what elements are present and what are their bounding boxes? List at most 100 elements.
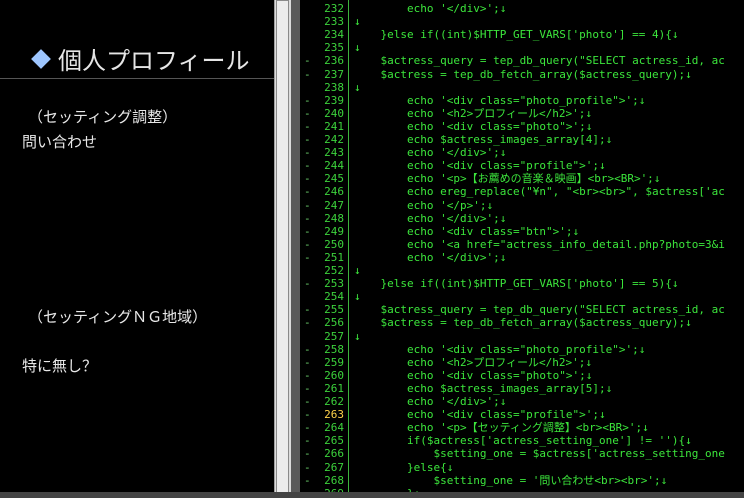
- code-line[interactable]: -251 echo '</div>';↓: [300, 251, 744, 264]
- line-number: 250: [324, 237, 344, 251]
- code-line[interactable]: -249 echo '<div class="btn">';↓: [300, 225, 744, 238]
- line-number: 232: [324, 2, 344, 15]
- code-line[interactable]: -255 $actress_query = tep_db_query("SELE…: [300, 303, 744, 316]
- code-line[interactable]: -250 echo '<a href="actress_info_detail.…: [300, 238, 744, 251]
- code-line[interactable]: -241 echo '<div class="photo">';↓: [300, 120, 744, 133]
- code-text[interactable]: echo '<a href="actress_info_detail.php?p…: [354, 238, 725, 251]
- code-text[interactable]: echo '<div class="photo">';↓: [354, 120, 592, 133]
- code-line[interactable]: -263 echo '<div class="profile">';↓: [300, 408, 744, 421]
- code-line[interactable]: 232 echo '</div>';↓: [300, 2, 744, 15]
- code-line[interactable]: 233 ↓: [300, 15, 744, 28]
- code-line[interactable]: -267 }else{↓: [300, 461, 744, 474]
- code-text[interactable]: echo '<h2>プロフィール</h2>';↓: [354, 356, 592, 369]
- code-line[interactable]: -246 echo ereg_replace("¥n", "<br><br>",…: [300, 185, 744, 198]
- code-text[interactable]: echo '</div>';↓: [354, 212, 506, 225]
- code-line[interactable]: -248 echo '</div>';↓: [300, 212, 744, 225]
- code-editor[interactable]: 232 echo '</div>';↓ 233 ↓ 234 }else if((int…: [300, 0, 744, 498]
- line-number: 236: [324, 54, 344, 68]
- scrollbar-thumb[interactable]: [276, 0, 289, 498]
- change-marker: -: [304, 421, 311, 435]
- code-line[interactable]: -259 echo '<h2>プロフィール</h2>';↓: [300, 356, 744, 369]
- code-line[interactable]: -240 echo '<h2>プロフィール</h2>';↓: [300, 107, 744, 120]
- code-text[interactable]: $actress = tep_db_fetch_array($actress_q…: [354, 316, 691, 329]
- code-text[interactable]: if($actress['actress_setting_one'] != ''…: [354, 434, 692, 447]
- code-text[interactable]: echo '</div>';↓: [354, 146, 506, 159]
- code-text[interactable]: ↓: [354, 330, 361, 343]
- code-line[interactable]: -253 }else if((int)$HTTP_GET_VARS['photo…: [300, 277, 744, 290]
- code-line[interactable]: -256 $actress = tep_db_fetch_array($actr…: [300, 316, 744, 329]
- code-line[interactable]: -268 $setting_one = '問い合わせ<br><br>';↓: [300, 474, 744, 487]
- code-text[interactable]: echo '</div>';↓: [354, 251, 506, 264]
- code-text[interactable]: echo '</div>';↓: [354, 2, 506, 15]
- code-line[interactable]: -244 echo '<div class="profile">';↓: [300, 159, 744, 172]
- change-marker: -: [304, 237, 311, 251]
- code-line[interactable]: -237 $actress = tep_db_fetch_array($actr…: [300, 68, 744, 81]
- code-text[interactable]: $actress_query = tep_db_query("SELECT ac…: [354, 303, 724, 316]
- code-text[interactable]: ↓: [354, 15, 361, 28]
- code-line[interactable]: 238 ↓: [300, 81, 744, 94]
- code-text[interactable]: }else{↓: [354, 461, 453, 474]
- line-number: 256: [324, 316, 344, 330]
- code-text[interactable]: echo '<div class="profile">';↓: [354, 159, 606, 172]
- code-text[interactable]: echo '<p>【お薦めの音楽＆映画】<br><BR>';↓: [354, 172, 660, 185]
- code-line[interactable]: 254 ↓: [300, 290, 744, 303]
- code-text[interactable]: echo '</div>';↓: [354, 395, 506, 408]
- line-number: 265: [324, 434, 344, 448]
- code-text[interactable]: ↓: [354, 264, 361, 277]
- code-text[interactable]: $setting_one = '問い合わせ<br><br>';↓: [354, 474, 667, 487]
- code-line[interactable]: -242 echo $actress_images_array[4];↓: [300, 133, 744, 146]
- code-line[interactable]: -258 echo '<div class="photo_profile">';…: [300, 343, 744, 356]
- code-line[interactable]: -265 if($actress['actress_setting_one'] …: [300, 434, 744, 447]
- code-text[interactable]: }else if((int)$HTTP_GET_VARS['photo'] ==…: [354, 277, 678, 290]
- code-text[interactable]: echo ereg_replace("¥n", "<br><br>", $act…: [354, 185, 725, 198]
- line-number: 257: [324, 329, 344, 343]
- bottom-edge: [0, 492, 744, 498]
- code-text[interactable]: ↓: [354, 41, 361, 54]
- code-text[interactable]: echo $actress_images_array[4];↓: [354, 133, 612, 146]
- code-text[interactable]: echo $actress_images_array[5];↓: [354, 382, 612, 395]
- vertical-scrollbar[interactable]: [274, 0, 291, 498]
- line-number: 248: [324, 211, 344, 225]
- line-number: 252: [324, 264, 344, 277]
- code-line[interactable]: -245 echo '<p>【お薦めの音楽＆映画】<br><BR>';↓: [300, 172, 744, 185]
- line-number: 235: [324, 41, 344, 55]
- code-text[interactable]: $setting_one = $actress['actress_setting…: [354, 447, 724, 460]
- setting-value: 問い合わせ: [22, 133, 98, 151]
- code-line[interactable]: 257 ↓: [300, 330, 744, 343]
- code-line[interactable]: -261 echo $actress_images_array[5];↓: [300, 382, 744, 395]
- change-marker: -: [304, 67, 311, 81]
- code-line[interactable]: -243 echo '</div>';↓: [300, 146, 744, 159]
- code-line[interactable]: -247 echo '</p>';↓: [300, 199, 744, 212]
- line-number: 245: [324, 172, 344, 186]
- change-marker: -: [304, 303, 311, 317]
- pane-splitter[interactable]: [291, 0, 300, 498]
- code-line[interactable]: 252 ↓: [300, 264, 744, 277]
- line-number: 261: [324, 381, 344, 395]
- line-number: 253: [324, 277, 344, 291]
- code-line[interactable]: 234 }else if((int)$HTTP_GET_VARS['photo'…: [300, 28, 744, 41]
- code-text[interactable]: ↓: [354, 81, 361, 94]
- code-line[interactable]: -239 echo '<div class="photo_profile">';…: [300, 94, 744, 107]
- code-text[interactable]: echo '<div class="photo">';↓: [354, 369, 592, 382]
- code-text[interactable]: ↓: [354, 290, 361, 303]
- code-line[interactable]: 235 ↓: [300, 41, 744, 54]
- code-text[interactable]: echo '<div class="photo_profile">';↓: [354, 343, 645, 356]
- code-text[interactable]: $actress = tep_db_fetch_array($actress_q…: [354, 68, 691, 81]
- code-line[interactable]: -266 $setting_one = $actress['actress_se…: [300, 447, 744, 460]
- line-number: 241: [324, 119, 344, 133]
- code-text[interactable]: echo '<div class="photo_profile">';↓: [354, 94, 645, 107]
- code-text[interactable]: echo '<div class="btn">';↓: [354, 225, 579, 238]
- code-text[interactable]: }else if((int)$HTTP_GET_VARS['photo'] ==…: [354, 28, 678, 41]
- line-number: 260: [324, 368, 344, 382]
- code-text[interactable]: echo '<h2>プロフィール</h2>';↓: [354, 107, 592, 120]
- code-line[interactable]: -264 echo '<p>【セッティング調整】<br><BR>';↓: [300, 421, 744, 434]
- code-text[interactable]: echo '<div class="profile">';↓: [354, 408, 606, 421]
- code-line[interactable]: -262 echo '</div>';↓: [300, 395, 744, 408]
- code-line[interactable]: -236 $actress_query = tep_db_query("SELE…: [300, 54, 744, 67]
- code-line[interactable]: -260 echo '<div class="photo">';↓: [300, 369, 744, 382]
- code-text[interactable]: echo '</p>';↓: [354, 199, 493, 212]
- change-marker: -: [304, 224, 311, 238]
- change-marker: -: [304, 447, 311, 461]
- code-text[interactable]: echo '<p>【セッティング調整】<br><BR>';↓: [354, 421, 649, 434]
- code-text[interactable]: $actress_query = tep_db_query("SELECT ac…: [354, 54, 724, 67]
